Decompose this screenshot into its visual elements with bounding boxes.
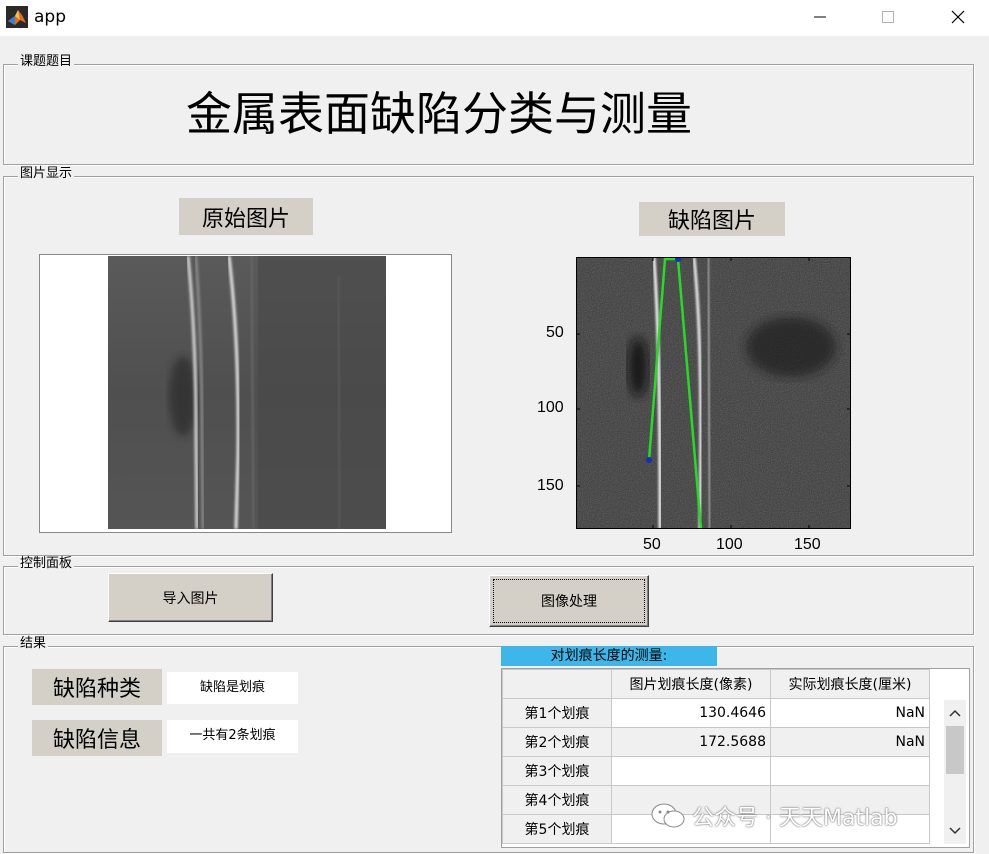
main-title: 金属表面缺陷分类与测量	[186, 87, 692, 141]
defect-type-value: 缺陷是划痕	[167, 672, 298, 704]
defect-info-value: 一共有2条划痕	[167, 720, 298, 753]
scroll-up-icon[interactable]	[949, 708, 961, 718]
image-display-panel-title: 图片显示	[18, 166, 75, 181]
close-button[interactable]	[935, 0, 981, 34]
table-cell[interactable]: 172.5688	[611, 727, 771, 757]
defect-type-label: 缺陷种类	[32, 669, 162, 705]
watermark-text: 公众号 · 天天Matlab	[692, 806, 898, 831]
table-row: 第2个划痕 172.5688 NaN	[502, 727, 930, 757]
table-row: 第1个划痕 130.4646 NaN	[502, 698, 930, 728]
scroll-thumb[interactable]	[946, 726, 964, 774]
table-row: 第3个划痕	[502, 756, 930, 786]
maximize-button[interactable]	[865, 0, 911, 34]
table-cell[interactable]: 130.4646	[611, 698, 771, 728]
table-cell[interactable]: NaN	[770, 698, 930, 728]
window-title: app	[34, 7, 66, 27]
wechat-icon	[651, 803, 685, 828]
column-header-pixel-length[interactable]: 图片划痕长度(像素)	[611, 669, 771, 699]
matlab-icon	[6, 6, 28, 28]
results-panel-title: 结果	[18, 636, 49, 651]
scroll-down-icon[interactable]	[949, 826, 961, 836]
defect-image-label: 缺陷图片	[639, 202, 785, 236]
y-tick-label: 150	[537, 477, 564, 494]
table-scrollbar[interactable]	[944, 700, 966, 844]
row-header: 第2个划痕	[502, 727, 612, 757]
minimize-icon	[814, 16, 826, 18]
y-tick-label: 100	[537, 399, 564, 416]
y-tick-label: 50	[546, 324, 564, 341]
process-image-button[interactable]: 图像处理	[489, 575, 649, 627]
watermark: 公众号 · 天天Matlab	[650, 800, 898, 832]
table-cell[interactable]	[770, 756, 930, 786]
close-icon	[951, 10, 965, 24]
original-image-label: 原始图片	[179, 198, 313, 235]
process-image-button-label: 图像处理	[541, 594, 597, 610]
row-header: 第1个划痕	[502, 698, 612, 728]
defect-info-label: 缺陷信息	[32, 720, 162, 756]
control-panel-title: 控制面板	[18, 556, 75, 571]
row-header: 第5个划痕	[502, 814, 612, 844]
x-tick-label: 150	[794, 536, 821, 553]
table-corner	[502, 669, 612, 699]
defect-axes-ticks	[576, 257, 851, 529]
table-cell[interactable]: NaN	[770, 727, 930, 757]
x-tick-label: 100	[716, 536, 743, 553]
column-header-real-length[interactable]: 实际划痕长度(厘米)	[770, 669, 930, 699]
table-cell[interactable]	[611, 756, 771, 786]
x-tick-label: 50	[643, 536, 661, 553]
import-image-button[interactable]: 导入图片	[108, 573, 273, 622]
row-header: 第3个划痕	[502, 756, 612, 786]
table-header-row: 图片划痕长度(像素) 实际划痕长度(厘米)	[502, 669, 930, 699]
original-image	[108, 256, 386, 529]
minimize-button[interactable]	[797, 0, 843, 34]
table-caption: 对划痕长度的测量:	[501, 646, 717, 666]
topic-panel-title: 课题题目	[18, 54, 75, 69]
row-header: 第4个划痕	[502, 785, 612, 815]
maximize-icon	[882, 11, 894, 23]
